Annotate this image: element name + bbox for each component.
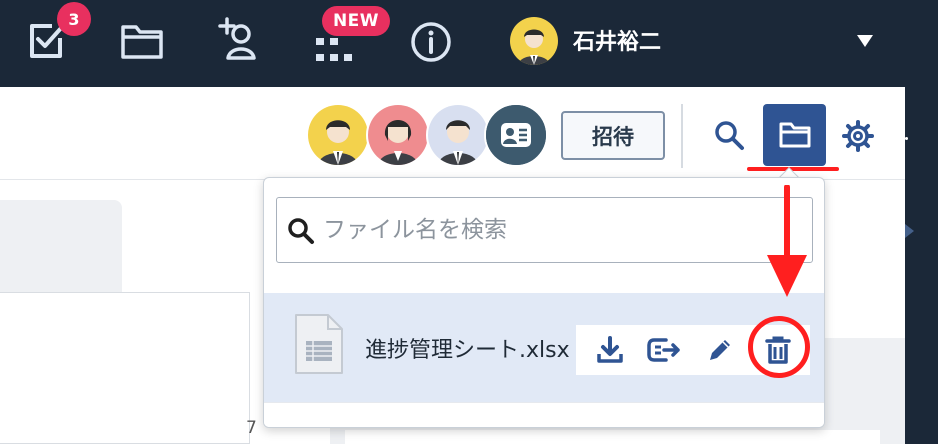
toolbar-divider — [681, 104, 683, 168]
member-avatar-2[interactable] — [366, 103, 430, 167]
file-search-box[interactable] — [276, 197, 813, 263]
annotation-circle — [748, 316, 810, 378]
add-contact-icon[interactable] — [214, 16, 260, 68]
file-search-input[interactable] — [323, 198, 803, 262]
invite-button[interactable]: 招待 — [561, 111, 665, 160]
search-icon[interactable] — [713, 119, 745, 155]
member-avatar-1[interactable] — [306, 103, 370, 167]
tasks-count-badge: 3 — [57, 2, 91, 36]
file-list-popover: 進捗管理シート.xlsx — [263, 177, 825, 428]
member-avatar-3[interactable] — [426, 103, 490, 167]
chevron-right-icon[interactable] — [905, 224, 914, 238]
download-icon[interactable] — [586, 325, 634, 375]
background-panel — [0, 292, 250, 444]
folder-icon — [779, 121, 811, 153]
member-avatar-contact[interactable] — [484, 103, 548, 167]
app-grid-icon[interactable] — [314, 36, 356, 68]
background-text: 7 — [246, 418, 257, 438]
file-list-item[interactable]: 進捗管理シート.xlsx — [264, 293, 824, 402]
user-avatar[interactable] — [510, 17, 558, 65]
user-name[interactable]: 石井裕二 — [573, 24, 661, 56]
chevron-down-icon[interactable] — [857, 35, 873, 47]
popover-footer — [264, 402, 824, 427]
spreadsheet-file-icon — [292, 313, 346, 381]
edge-dot — [905, 137, 908, 140]
edit-icon[interactable] — [696, 325, 744, 375]
top-navigation-bar: 3 NEW 石井裕二 — [0, 0, 905, 87]
background-card — [345, 430, 880, 444]
files-button[interactable] — [763, 104, 826, 166]
right-edge-strip — [905, 0, 938, 444]
folder-icon[interactable] — [120, 22, 164, 64]
info-icon[interactable] — [409, 20, 453, 68]
file-name[interactable]: 進捗管理シート.xlsx — [365, 332, 577, 364]
annotation-arrow — [763, 184, 811, 304]
search-icon — [287, 217, 315, 249]
share-icon[interactable] — [640, 325, 688, 375]
gear-icon[interactable] — [841, 119, 875, 157]
new-badge: NEW — [322, 6, 390, 36]
